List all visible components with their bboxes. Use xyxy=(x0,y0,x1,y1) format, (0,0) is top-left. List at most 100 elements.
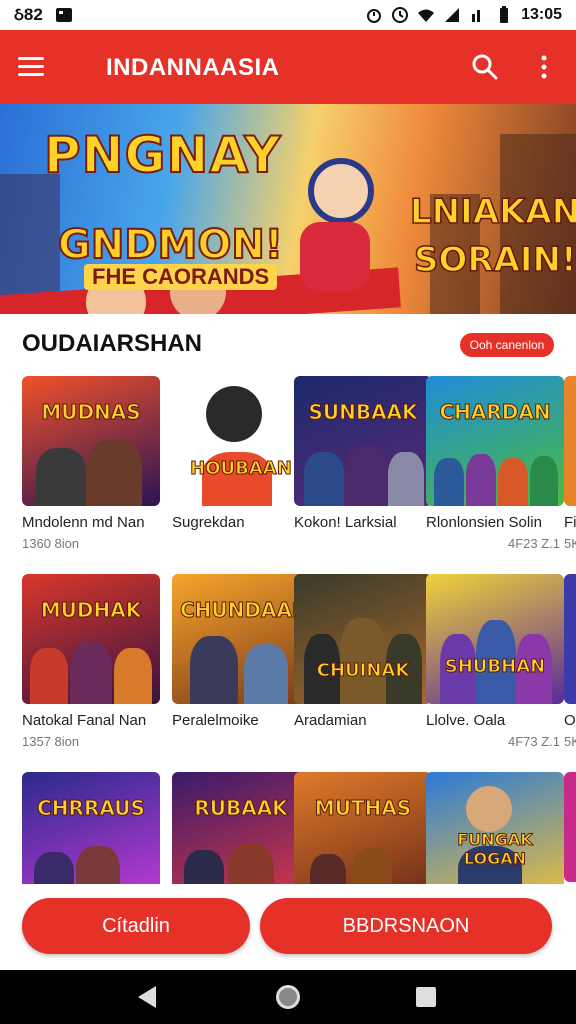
game-thumbnail-label: RUBAAK xyxy=(194,796,288,821)
status-left-text: ઠ82 xyxy=(14,5,43,24)
game-thumbnail: CHUNDAAN xyxy=(172,574,310,704)
thumbnail-character xyxy=(36,448,86,506)
game-card[interactable]: MUDNAS Mndolenn md Nan 1360 8ion xyxy=(22,376,162,556)
game-thumbnail: SHUBHAN xyxy=(426,574,564,704)
wifi-icon xyxy=(418,9,435,22)
game-card[interactable]: SHUBHAN Llolve. Oala 4F73 Z.1 xyxy=(426,574,566,754)
banner-subtitle: GNDMON! xyxy=(57,221,284,269)
game-thumbnail: MUDHAK xyxy=(22,574,160,704)
game-card[interactable]: HOUBAAN Sugrekdan xyxy=(172,376,312,556)
game-thumbnail: FUNGAK LOGAN xyxy=(426,772,564,902)
game-thumbnail: MUTHAS xyxy=(294,772,432,902)
left-action-button[interactable]: Cítadlin xyxy=(22,898,250,954)
game-thumbnail-label: MUDHAK xyxy=(40,598,142,623)
thumbnail-character xyxy=(498,458,528,506)
see-all-button[interactable]: Ooh canenlon xyxy=(460,333,554,357)
game-thumbnail-label: CHARDAN xyxy=(439,400,551,425)
game-thumbnail: CHRRAUS xyxy=(22,772,160,902)
game-title: OI xyxy=(564,712,576,729)
game-thumbnail-label: CHUINAK xyxy=(316,660,410,682)
thumbnail-character xyxy=(466,786,512,832)
game-card[interactable]: CHUNDAAN Peralelmoike xyxy=(172,574,312,754)
game-card[interactable]: MUDHAK Natokal Fanal Nan 1357 8ion xyxy=(22,574,162,754)
game-meta: 5K xyxy=(564,536,576,551)
more-vert-icon[interactable] xyxy=(534,52,554,82)
game-thumbnail: CHUINAK xyxy=(294,574,432,704)
game-thumbnail-label: CHRRAUS xyxy=(37,796,146,821)
game-thumbnail-label: SHUBHAN xyxy=(444,656,546,678)
game-title: Rlonlonsien Solin xyxy=(426,514,542,531)
thumbnail-character xyxy=(466,454,496,506)
home-icon[interactable] xyxy=(276,985,300,1009)
game-thumbnail xyxy=(564,772,576,882)
thumbnail-character xyxy=(190,636,238,704)
game-thumbnail xyxy=(564,574,576,704)
game-thumbnail xyxy=(564,376,576,506)
game-title: Aradamian xyxy=(294,712,367,729)
game-title: Peralelmoike xyxy=(172,712,259,729)
right-action-button[interactable]: BBDRSNAON xyxy=(260,898,552,954)
game-meta: 1360 8ion xyxy=(22,536,80,551)
edge-card[interactable]: Fi 5K xyxy=(564,376,576,556)
game-meta: 4F73 Z.1 xyxy=(507,734,560,749)
thumbnail-character xyxy=(244,644,288,704)
game-thumbnail: MUDNAS xyxy=(22,376,160,506)
game-thumbnail-label: FUNGAK LOGAN xyxy=(457,830,533,869)
game-meta: 1357 8ion xyxy=(22,734,80,749)
bottom-action-bar: Cítadlin BBDRSNAON xyxy=(0,884,576,970)
thumbnail-character xyxy=(206,386,262,442)
banner-character xyxy=(308,158,374,224)
thumbnail-character xyxy=(434,458,464,506)
game-thumbnail: SUNBAAK xyxy=(294,376,432,506)
game-thumbnail: HOUBAAN xyxy=(172,376,310,506)
game-card[interactable]: CHARDAN Rlonlonsien Solin 4F23 Z.1 xyxy=(426,376,566,556)
banner-character-body xyxy=(300,222,370,292)
recent-apps-icon[interactable] xyxy=(416,987,436,1007)
thumbnail-character xyxy=(114,648,152,704)
section-title: OUDAIARSHAN xyxy=(22,330,202,357)
game-title: Kokon! Larksial xyxy=(294,514,397,531)
search-icon[interactable] xyxy=(470,52,500,82)
game-card[interactable]: SUNBAAK Kokon! Larksial xyxy=(294,376,434,556)
status-right: 13:05 xyxy=(365,6,562,24)
status-bar: ઠ82 13:05 xyxy=(0,0,576,30)
banner-title: PNGNAY xyxy=(43,125,282,185)
clock-icon xyxy=(392,7,409,23)
game-title: Sugrekdan xyxy=(172,514,245,531)
thumbnail-character xyxy=(30,648,68,704)
banner-right-line-1: LNIAKAN xyxy=(409,191,576,233)
thumbnail-character xyxy=(86,440,142,506)
game-thumbnail-label: HOUBAAN xyxy=(190,458,293,480)
edge-card[interactable]: OI 5K xyxy=(564,574,576,754)
system-nav-bar xyxy=(0,970,576,1024)
game-title: Fi xyxy=(564,514,576,531)
status-time: 13:05 xyxy=(521,6,562,23)
game-meta: 4F23 Z.1 xyxy=(507,536,560,551)
image-icon xyxy=(55,8,72,22)
game-thumbnail: RUBAAK xyxy=(172,772,310,902)
game-meta: 5K xyxy=(564,734,576,749)
back-icon[interactable] xyxy=(138,986,156,1008)
game-thumbnail-label: SUNBAAK xyxy=(308,400,418,425)
promo-banner[interactable]: PNGNAY GNDMON! FHE CAORANDS LNIAKAN SORA… xyxy=(0,104,576,314)
status-left: ઠ82 xyxy=(14,5,73,25)
battery-icon xyxy=(500,6,509,23)
signal-icon xyxy=(445,8,460,22)
thumbnail-character xyxy=(388,452,424,506)
game-card[interactable]: CHUINAK Aradamian xyxy=(294,574,434,754)
game-thumbnail-label: MUTHAS xyxy=(314,796,412,821)
game-thumbnail: CHARDAN xyxy=(426,376,564,506)
banner-right-line-2: SORAIN! xyxy=(413,239,576,281)
thumbnail-character xyxy=(344,446,388,506)
app-title: INDANNAASIA xyxy=(106,54,280,81)
game-thumbnail-label: CHUNDAAN xyxy=(180,598,310,623)
thumbnail-character xyxy=(304,452,344,506)
thumbnail-character xyxy=(70,642,112,704)
data-icon xyxy=(472,10,481,22)
game-title: Llolve. Oala xyxy=(426,712,506,729)
app-bar: INDANNAASIA xyxy=(0,30,576,104)
menu-icon[interactable] xyxy=(18,52,54,82)
game-thumbnail-label: MUDNAS xyxy=(41,400,141,425)
game-title: Natokal Fanal Nan xyxy=(22,712,147,729)
alarm-icon xyxy=(367,9,382,23)
